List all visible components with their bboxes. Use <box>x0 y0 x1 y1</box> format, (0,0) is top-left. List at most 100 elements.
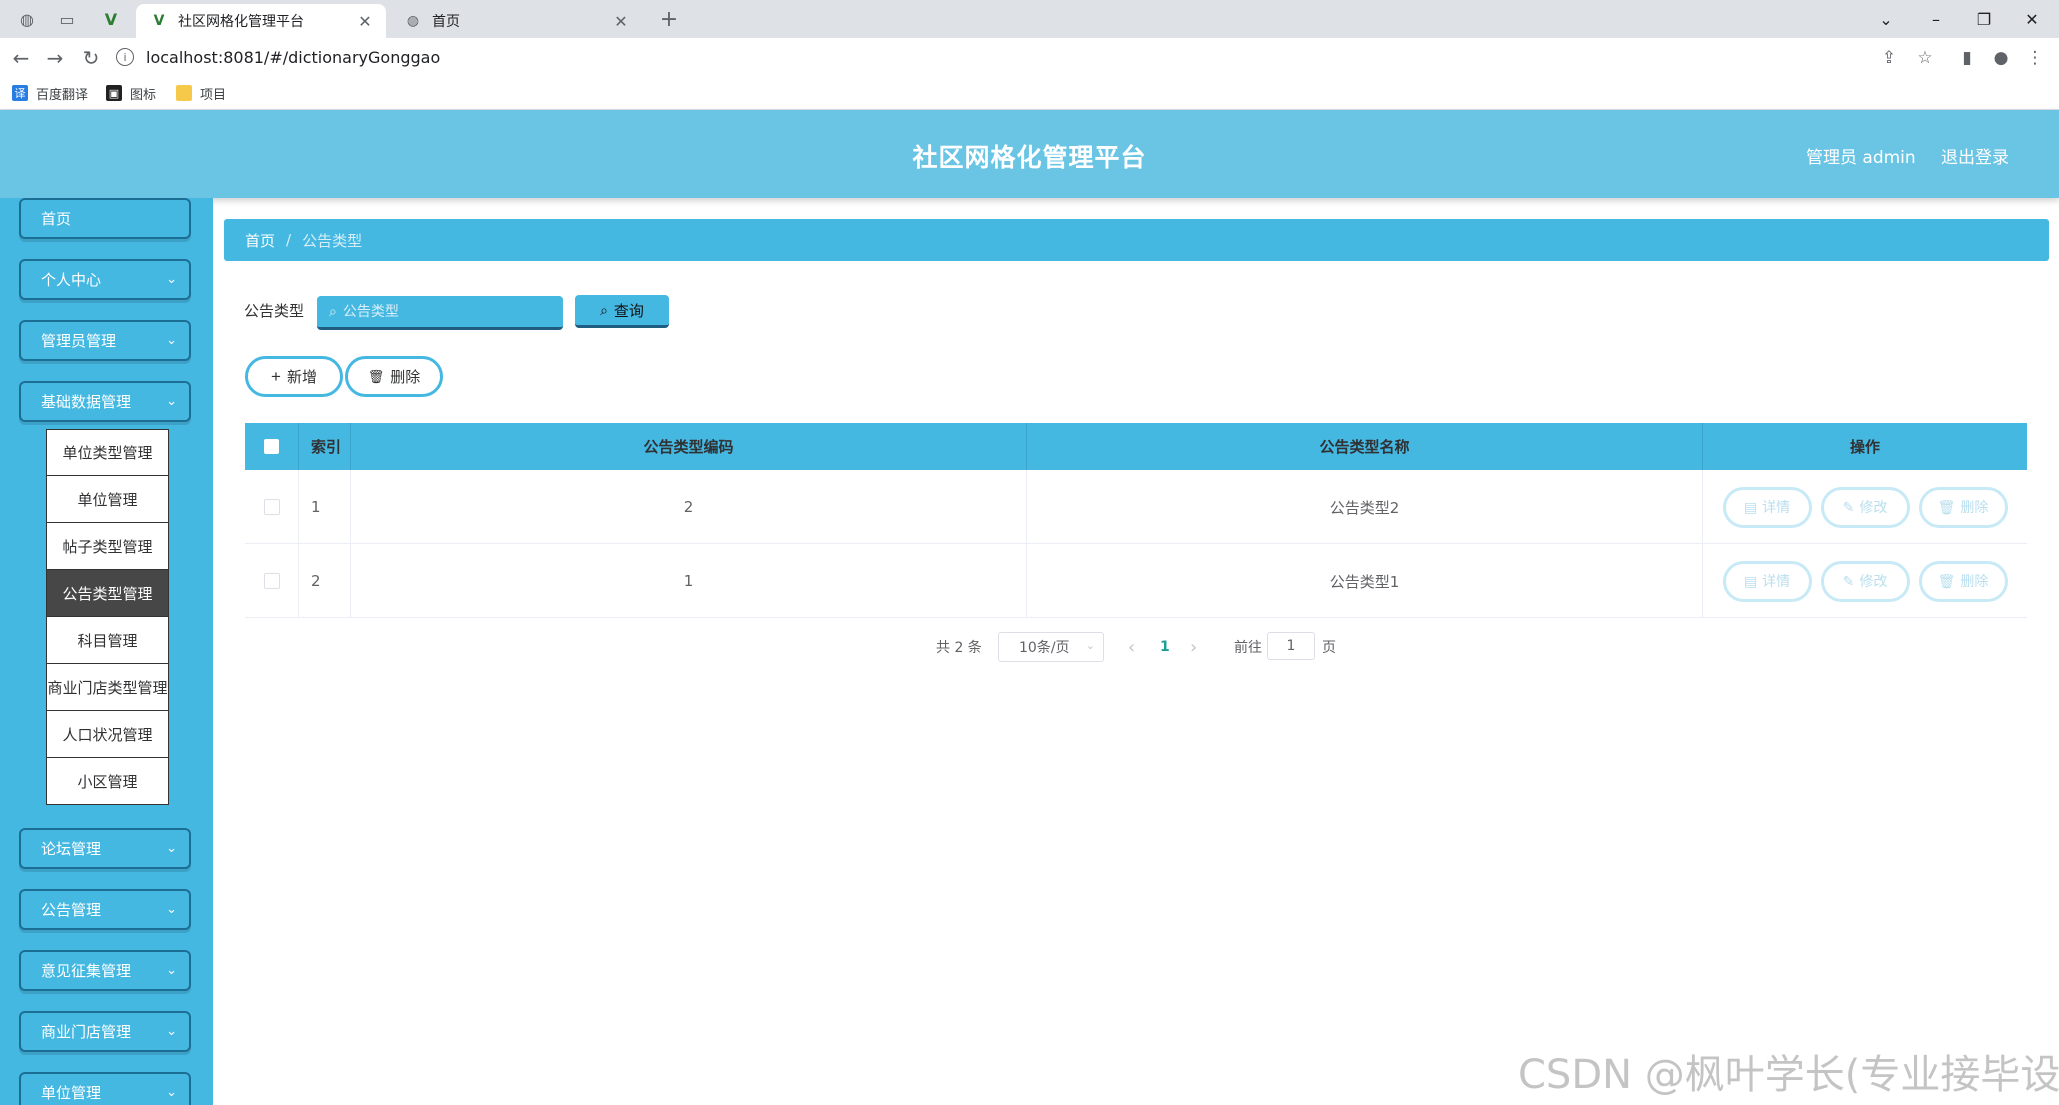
sidebar-item-personal-center[interactable]: 个人中心 ⌄ <box>19 259 191 300</box>
chevron-down-icon[interactable]: ⌄ <box>1862 4 1910 34</box>
close-icon[interactable]: ✕ <box>354 10 376 32</box>
image-icon: ▣ <box>106 85 122 101</box>
plus-icon: + <box>271 366 281 386</box>
basic-data-submenu: 单位类型管理 单位管理 帖子类型管理 公告类型管理 科目管理 商业门店类型管理 … <box>46 429 169 805</box>
browser-tab[interactable]: ◍ 首页 ✕ <box>390 4 642 38</box>
goto-suffix: 页 <box>1322 640 1336 656</box>
row-checkbox[interactable] <box>263 573 280 589</box>
sidebar-item-notices[interactable]: 公告管理 ⌄ <box>19 889 191 930</box>
edit-label: 修改 <box>1859 499 1888 515</box>
edit-button[interactable]: ✎ 修改 <box>1820 486 1910 528</box>
restore-icon[interactable]: ❐ <box>1960 4 2008 34</box>
forward-arrow-icon[interactable]: → <box>42 45 68 71</box>
sidebar-item-stores[interactable]: 商业门店管理 ⌄ <box>19 1011 191 1052</box>
tab-group-icon[interactable]: ▭ <box>56 8 78 30</box>
reload-icon[interactable]: ↻ <box>78 45 104 71</box>
goto-page-input[interactable]: 1 <box>1267 632 1315 660</box>
trash-icon: 🗑 <box>1937 498 1956 515</box>
sidebar-item-label: 公告管理 <box>41 901 102 919</box>
trash-icon: 🗑 <box>367 368 385 384</box>
breadcrumb-home[interactable]: 首页 <box>245 230 275 251</box>
submenu-item-community[interactable]: 小区管理 <box>46 758 169 805</box>
share-icon[interactable]: ⇪ <box>1878 47 1900 69</box>
sidebar-item-basic-data[interactable]: 基础数据管理 ⌄ <box>19 381 191 422</box>
detail-button[interactable]: ▤ 详情 <box>1722 486 1812 528</box>
submenu-item-unit[interactable]: 单位管理 <box>46 476 169 523</box>
header-ops: 操作 <box>1849 438 1880 456</box>
chevron-down-icon: ⌄ <box>166 394 177 409</box>
translate-icon: 译 <box>12 85 28 101</box>
delete-label: 删除 <box>1960 573 1989 589</box>
close-icon[interactable]: ✕ <box>610 10 632 32</box>
chevron-down-icon: ⌄ <box>166 272 177 287</box>
sidebar-item-admin-management[interactable]: 管理员管理 ⌄ <box>19 320 191 361</box>
search-field[interactable]: ⌕ <box>317 296 563 330</box>
logout-link[interactable]: 退出登录 <box>1941 143 2009 168</box>
next-page-button[interactable]: › <box>1190 632 1197 662</box>
sidebar-item-units[interactable]: 单位管理 ⌄ <box>19 1072 191 1105</box>
more-menu-icon[interactable]: ⋮ <box>2024 47 2046 69</box>
url-field[interactable]: i localhost:8081/#/dictionaryGonggao <box>116 42 1916 72</box>
sidebar-item-label: 商业门店管理 <box>41 1023 132 1041</box>
bulk-delete-button[interactable]: 🗑 删除 <box>345 356 443 397</box>
sidebar-item-label: 基础数据管理 <box>41 393 132 411</box>
submenu-item-post-type[interactable]: 帖子类型管理 <box>46 523 169 570</box>
search-input[interactable] <box>342 303 543 320</box>
bookmark-label: 百度翻译 <box>36 87 89 103</box>
search-label: 公告类型 <box>244 302 305 320</box>
row-delete-button[interactable]: 🗑 删除 <box>1918 560 2008 602</box>
chevron-down-icon: ⌄ <box>166 1024 177 1039</box>
pencil-icon: ✎ <box>1842 572 1855 589</box>
folder-icon: ■ <box>176 85 192 101</box>
row-delete-button[interactable]: 🗑 删除 <box>1918 486 2008 528</box>
bookmark-item[interactable]: ■ 项目 <box>176 82 226 104</box>
breadcrumb: 首页 / 公告类型 <box>224 219 2049 261</box>
breadcrumb-separator: / <box>286 231 292 249</box>
prev-page-button[interactable]: ‹ <box>1128 632 1135 662</box>
submenu-item-unit-type[interactable]: 单位类型管理 <box>46 429 169 476</box>
cell-code: 1 <box>351 544 1027 618</box>
bookmark-item[interactable]: ▣ 图标 <box>106 82 156 104</box>
page-size-select[interactable]: 10条/页 ⌄ <box>998 632 1104 662</box>
browser-tab-active[interactable]: V 社区网格化管理平台 ✕ <box>136 4 386 38</box>
globe-icon: ◍ <box>406 13 420 29</box>
header-checkbox-cell <box>245 423 299 470</box>
bookmark-item[interactable]: 译 百度翻译 <box>12 82 88 104</box>
submenu-item-store-type[interactable]: 商业门店类型管理 <box>46 664 169 711</box>
bookmark-label: 图标 <box>130 87 157 103</box>
page-number-current[interactable]: 1 <box>1160 632 1170 662</box>
star-icon[interactable]: ☆ <box>1914 47 1936 69</box>
globe-icon[interactable]: ◍ <box>16 8 38 30</box>
select-all-checkbox[interactable] <box>264 439 279 454</box>
close-window-icon[interactable]: ✕ <box>2008 4 2056 34</box>
chevron-down-icon: ⌄ <box>166 902 177 917</box>
add-button[interactable]: + 新增 <box>245 356 343 397</box>
minimize-icon[interactable]: – <box>1912 4 1960 34</box>
goto-prefix: 前往 <box>1234 640 1262 656</box>
sidebar-item-forum[interactable]: 论坛管理 ⌄ <box>19 828 191 869</box>
vue-logo-icon[interactable]: V <box>100 8 122 30</box>
table-row: 1 2 公告类型2 ▤ 详情 ✎ 修改 🗑 删除 <box>245 470 2027 544</box>
back-arrow-icon[interactable]: ← <box>8 45 34 71</box>
sidebar-item-home[interactable]: 首页 <box>19 198 191 239</box>
sidebar-item-opinions[interactable]: 意见征集管理 ⌄ <box>19 950 191 991</box>
row-checkbox[interactable] <box>263 499 280 515</box>
edit-button[interactable]: ✎ 修改 <box>1820 560 1910 602</box>
side-panel-icon[interactable]: ▮ <box>1956 47 1978 69</box>
app-title: 社区网格化管理平台 <box>912 143 1147 172</box>
search-button[interactable]: ⌕ 查询 <box>575 295 669 328</box>
detail-button[interactable]: ▤ 详情 <box>1722 560 1812 602</box>
page-size-value: 10条/页 <box>1019 640 1070 656</box>
bookmarks-bar: 译 百度翻译 ▣ 图标 ■ 项目 <box>0 76 2059 110</box>
chevron-down-icon: ⌄ <box>166 963 177 978</box>
submenu-item-population[interactable]: 人口状况管理 <box>46 711 169 758</box>
profile-icon[interactable]: ● <box>1990 47 2012 69</box>
new-tab-button[interactable]: + <box>658 7 680 32</box>
header-name: 公告类型名称 <box>1027 423 1703 470</box>
chevron-down-icon: ⌄ <box>166 333 177 348</box>
admin-user-label: 管理员 admin <box>1806 148 1916 168</box>
submenu-item-notice-type[interactable]: 公告类型管理 <box>46 570 169 617</box>
info-icon[interactable]: i <box>116 48 134 66</box>
watermark: CSDN @枫叶学长(专业接毕设) <box>1518 1052 2059 1098</box>
table-row: 2 1 公告类型1 ▤ 详情 ✎ 修改 🗑 删除 <box>245 544 2027 618</box>
